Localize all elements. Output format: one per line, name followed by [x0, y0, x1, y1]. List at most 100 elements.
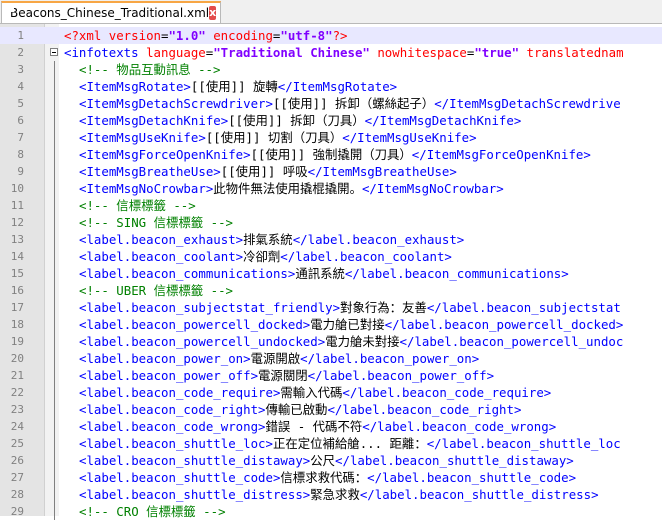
code-line[interactable]: 3 <!-- 物品互動訊息 -->	[0, 61, 662, 78]
token-tag: <label.beacon_coolant>	[79, 249, 244, 264]
token-tag: <label.beacon_powercell_docked>	[79, 317, 311, 332]
token-cm: <!-- 物品互動訊息 -->	[79, 62, 221, 77]
token-tag: <label.beacon_shuttle_loc>	[79, 436, 273, 451]
token-tag: </ItemMsgBreatheUse>	[307, 164, 457, 179]
fold-line	[50, 384, 60, 401]
token-cm: <!-- CRO 信標標籤 -->	[79, 504, 226, 519]
token-txt: 信標求救代碼：	[280, 470, 368, 485]
close-tab-icon[interactable]: x	[209, 6, 217, 20]
token-tag: </label.beacon_code_right>	[327, 402, 522, 417]
fold-line	[50, 486, 60, 503]
token-tag: </label.beacon_power_off>	[307, 368, 495, 383]
code-line[interactable]: 21 <label.beacon_power_off>電源關閉</label.be…	[0, 367, 662, 384]
code-text: <label.beacon_exhaust>排氣系統</label.beacon…	[79, 231, 464, 248]
token-txt: 公尺	[310, 453, 336, 468]
code-text: <label.beacon_power_off>電源關閉</label.beac…	[79, 367, 494, 384]
code-line[interactable]: 29 <!-- CRO 信標標籤 -->	[0, 503, 662, 520]
fold-line	[50, 129, 60, 146]
line-number: 6	[17, 114, 24, 127]
line-number: 7	[17, 131, 24, 144]
code-line[interactable]: 10 <ItemMsgNoCrowbar>此物件無法使用撬棍撬開。</ItemMs…	[0, 180, 662, 197]
token-tag: <label.beacon_shuttle_distress>	[79, 487, 311, 502]
fold-line	[50, 231, 60, 248]
file-tab[interactable]: Beacons_Chinese_Traditional.xml x	[1, 1, 221, 23]
code-line[interactable]: 23 <label.beacon_code_right>傳輸已啟動</label.…	[0, 401, 662, 418]
line-number: 23	[10, 403, 24, 416]
token-val: "Traditional Chinese"	[213, 45, 370, 60]
code-line[interactable]: 9 <ItemMsgBreatheUse>[[使用]] 呼吸</ItemMsgBr…	[0, 163, 662, 180]
fold-line	[50, 248, 60, 265]
token-tag: </label.beacon_code_wrong>	[362, 419, 557, 434]
token-txt: [[使用]] 拆卸（刀具）	[228, 113, 365, 128]
code-line[interactable]: 22 <label.beacon_code_require>需輸入代碼</labe…	[0, 384, 662, 401]
code-line[interactable]: 20 <label.beacon_power_on>電源開啟</label.bea…	[0, 350, 662, 367]
line-number: 27	[10, 471, 24, 484]
token-txt: 緊急求救	[310, 487, 360, 502]
fold-line	[50, 469, 60, 486]
line-number: 12	[10, 216, 24, 229]
line-number: 5	[17, 97, 24, 110]
code-line[interactable]: 17 <label.beacon_subjectstat_friendly>對象行…	[0, 299, 662, 316]
line-number: 29	[10, 505, 24, 518]
line-number: 10	[10, 182, 24, 195]
token-tag: </label.beacon_code_require>	[342, 385, 552, 400]
code-line[interactable]: 1 <?xml version="1.0" encoding="utf-8"?>	[0, 27, 662, 44]
code-text: <label.beacon_coolant>冷卻劑</label.beacon_…	[79, 248, 452, 265]
fold-line	[50, 316, 60, 333]
code-line[interactable]: 2 <infotexts language="Traditional Chines…	[0, 44, 662, 61]
fold-toggle-icon[interactable]	[50, 44, 60, 61]
token-txt: 對象行為：友善	[340, 300, 427, 315]
code-line[interactable]: 5 <ItemMsgDetachScrewdriver>[[使用]] 拆卸（螺絲起…	[0, 95, 662, 112]
code-line[interactable]: 24 <label.beacon_code_wrong>錯誤 - 代碼不符</la…	[0, 418, 662, 435]
line-number: 28	[10, 488, 24, 501]
code-line[interactable]: 8 <ItemMsgForceOpenKnife>[[使用]] 強制撬開（刀具）<…	[0, 146, 662, 163]
code-line[interactable]: 26 <label.beacon_shuttle_distaway>公尺</lab…	[0, 452, 662, 469]
code-line[interactable]: 25 <label.beacon_shuttle_loc>正在定位補給艙... 距…	[0, 435, 662, 452]
code-line[interactable]: 6 <ItemMsgDetachKnife>[[使用]] 拆卸（刀具）</Item…	[0, 112, 662, 129]
line-number: 25	[10, 437, 24, 450]
code-line[interactable]: 27 <label.beacon_shuttle_code>信標求救代碼：</la…	[0, 469, 662, 486]
fold-line	[50, 180, 60, 197]
token-cm: <!-- UBER 信標標籤 -->	[79, 283, 233, 298]
line-number: 2	[17, 46, 24, 59]
code-text: <label.beacon_powercell_docked>電力艙已對接</l…	[79, 316, 623, 333]
code-line[interactable]: 12 <!-- SING 信標標籤 -->	[0, 214, 662, 231]
token-tag: </label.beacon_shuttle_distaway>	[335, 453, 574, 468]
token-tag: </label.beacon_powercell_undoc	[399, 334, 624, 349]
line-number: 18	[10, 318, 24, 331]
token-tag: <label.beacon_exhaust>	[79, 232, 244, 247]
token-txt: 電源開啟	[250, 351, 301, 366]
line-number: 17	[10, 301, 24, 314]
code-text: <?xml version="1.0" encoding="utf-8"?>	[64, 27, 348, 44]
code-text: <ItemMsgRotate>[[使用]] 旋轉</ItemMsgRotate>	[79, 78, 397, 95]
code-line[interactable]: 18 <label.beacon_powercell_docked>電力艙已對接<…	[0, 316, 662, 333]
token-txt: 排氣系統	[243, 232, 293, 247]
token-val: "true"	[474, 45, 520, 60]
line-number: 9	[17, 165, 24, 178]
code-line[interactable]: 13 <label.beacon_exhaust>排氣系統</label.beac…	[0, 231, 662, 248]
code-text: <ItemMsgDetachKnife>[[使用]] 拆卸（刀具）</ItemM…	[79, 112, 521, 129]
token-tag: </label.beacon_communications>	[344, 266, 569, 281]
token-tag: <label.beacon_powercell_undocked>	[79, 334, 326, 349]
token-txt: 需輸入代碼	[280, 385, 343, 400]
line-number: 3	[17, 63, 24, 76]
code-line[interactable]: 19 <label.beacon_powercell_undocked>電力艙未對…	[0, 333, 662, 350]
token-tag: </ItemMsgNoCrowbar>	[361, 181, 504, 196]
token-cm: <!-- 信標標籤 -->	[79, 198, 196, 213]
token-tag: </ItemMsgRotate>	[277, 79, 398, 94]
fold-line	[50, 350, 60, 367]
code-line[interactable]: 28 <label.beacon_shuttle_distress>緊急求救</l…	[0, 486, 662, 503]
token-txt: 錯誤 - 代碼不符	[265, 419, 363, 434]
token-txt: 正在定位補給艙... 距離：	[272, 436, 427, 451]
code-line[interactable]: 16 <!-- UBER 信標標籤 -->	[0, 282, 662, 299]
token-tag: <ItemMsgNoCrowbar>	[79, 181, 214, 196]
code-line[interactable]: 11 <!-- 信標標籤 -->	[0, 197, 662, 214]
token-attr: translatednam	[519, 45, 624, 60]
code-editor[interactable]: 1 <?xml version="1.0" encoding="utf-8"?> 2…	[0, 24, 662, 520]
token-tag: </ItemMsgDetachKnife>	[364, 113, 522, 128]
code-line[interactable]: 15 <label.beacon_communications>通訊系統</lab…	[0, 265, 662, 282]
code-line[interactable]: 14 <label.beacon_coolant>冷卻劑</label.beaco…	[0, 248, 662, 265]
code-line[interactable]: 7 <ItemMsgUseKnife>[[使用]] 切割（刀具）</ItemMsg…	[0, 129, 662, 146]
fold-line	[50, 265, 60, 282]
code-line[interactable]: 4 <ItemMsgRotate>[[使用]] 旋轉</ItemMsgRotate…	[0, 78, 662, 95]
